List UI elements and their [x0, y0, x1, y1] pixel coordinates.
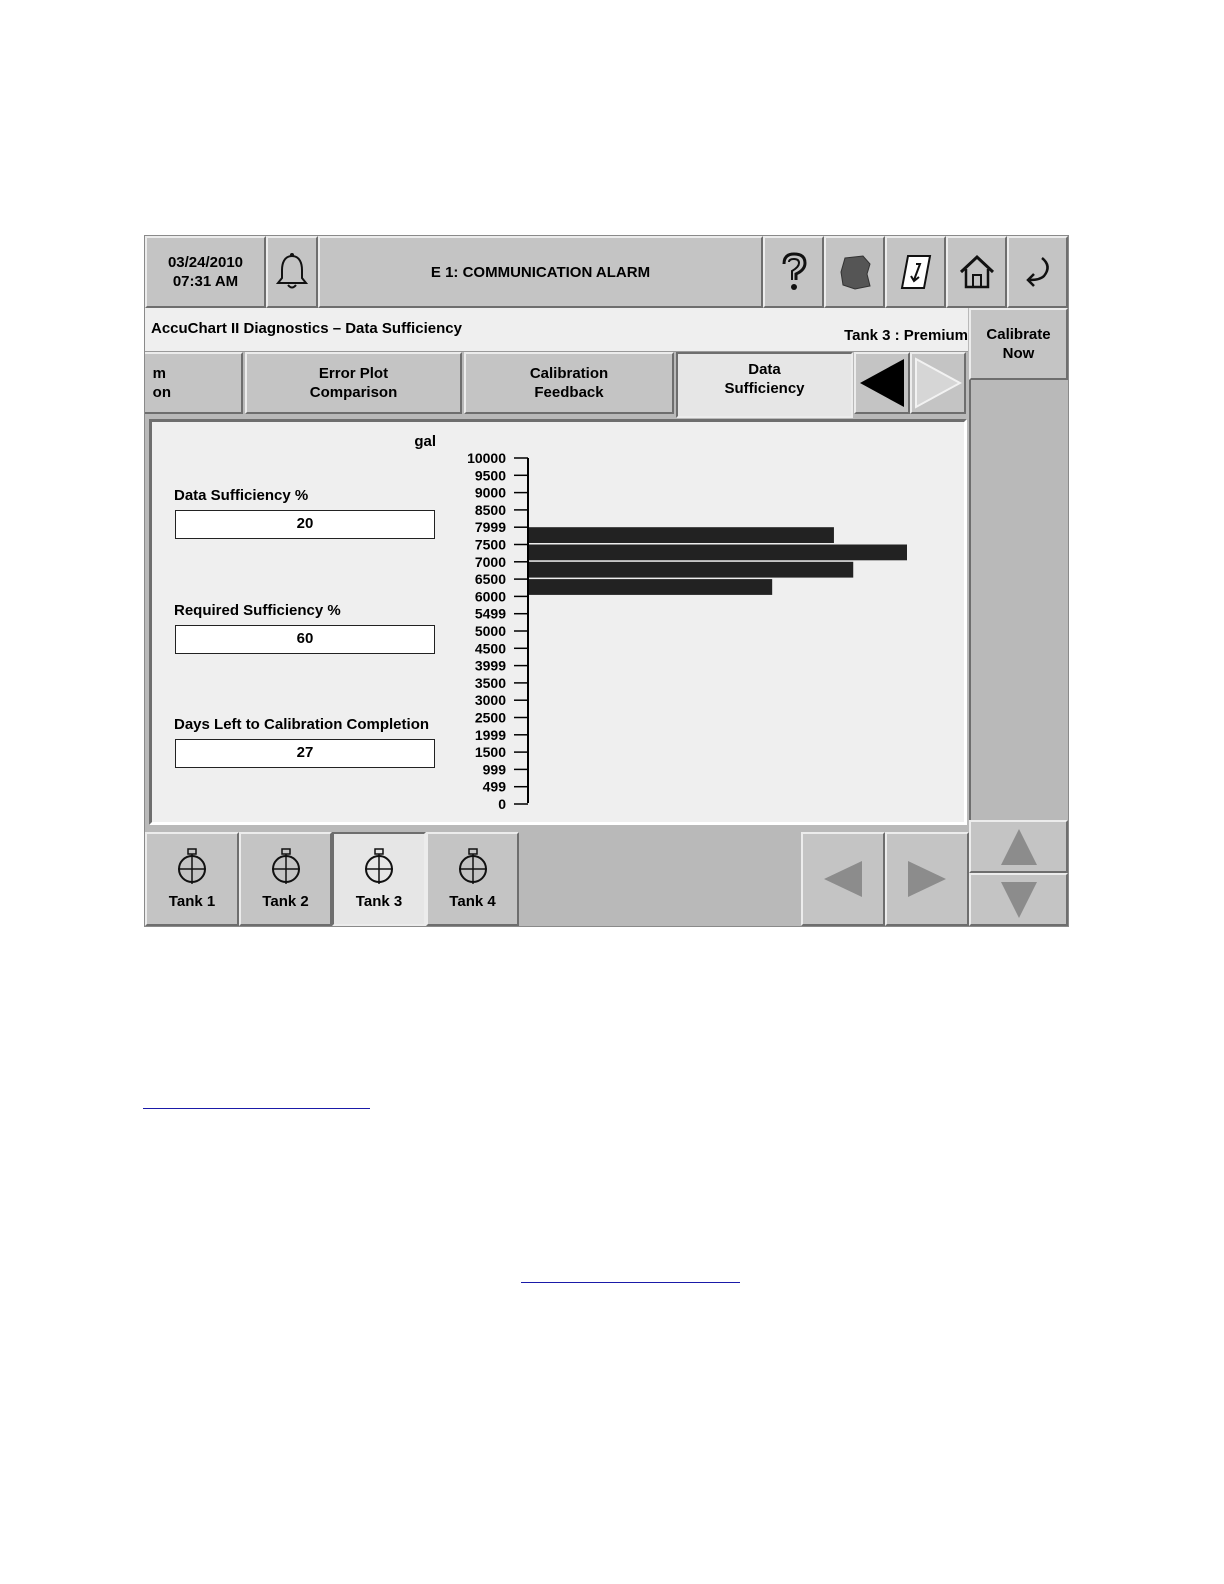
tank-3-button[interactable]: Tank 3 [332, 832, 426, 926]
screen-header: AccuChart II Diagnostics – Data Sufficie… [145, 308, 968, 352]
y-tick-label: 3500 [475, 675, 506, 691]
console-window: 03/24/2010 07:31 AM E 1: COMMUNICATION A… [144, 235, 1069, 927]
y-tick-label: 5499 [475, 606, 506, 622]
scroll-up-button[interactable] [969, 820, 1068, 873]
help-button[interactable] [763, 236, 824, 308]
arrow-right-icon [908, 861, 946, 897]
tank-label: Tank 4 [449, 892, 496, 910]
tab-label: Data Sufficiency [724, 361, 805, 397]
data-sufficiency-label: Data Sufficiency % [174, 487, 309, 504]
y-tick-label: 8500 [475, 502, 506, 518]
home-button[interactable] [946, 236, 1007, 308]
help-icon [782, 252, 807, 290]
time-text: 07:31 AM [172, 273, 239, 290]
y-tick-label: 499 [483, 779, 507, 795]
tab-calibration-feedback[interactable]: Calibration Feedback [464, 352, 674, 414]
back-button[interactable] [1007, 236, 1068, 308]
tank-1-button[interactable]: Tank 1 [145, 832, 239, 926]
y-tick-label: 1500 [475, 744, 506, 760]
right-column [969, 380, 1068, 820]
alarm-bell-button[interactable] [266, 236, 318, 308]
unit-label: gal [414, 433, 436, 450]
days-left-field: 27 [175, 739, 435, 768]
page-title: AccuChart II Diagnostics – Data Sufficie… [151, 320, 462, 337]
tank-label: Tank 2 [262, 892, 309, 910]
data-sufficiency-field: 20 [175, 510, 435, 539]
date-text: 03/24/2010 [167, 254, 244, 271]
tank-label: Tank 3 : Premium [844, 327, 968, 344]
tab-bar: m on Error Plot Comparison Calibration F… [145, 352, 968, 418]
y-tick-label: 0 [498, 796, 506, 812]
tab-label: Calibration Feedback [529, 365, 609, 401]
datetime-display: 03/24/2010 07:31 AM [145, 236, 266, 308]
tank-icon [365, 847, 393, 884]
calibrate-now-button[interactable]: Calibrate Now [969, 308, 1068, 380]
y-tick-label: 5000 [475, 623, 506, 639]
arrow-down-icon [1000, 881, 1037, 918]
page-right-button[interactable] [885, 832, 969, 926]
home-icon [959, 254, 994, 289]
required-sufficiency-field: 60 [175, 625, 435, 654]
tank-icon [271, 847, 300, 884]
y-tick-label: 3000 [475, 692, 506, 708]
report-button[interactable] [885, 236, 946, 308]
y-tick-label: 7999 [475, 519, 506, 535]
tank-4-button[interactable]: Tank 4 [426, 832, 519, 926]
tab-scroll-right-button[interactable] [910, 352, 966, 414]
page-left-button[interactable] [801, 832, 885, 926]
tank-2-button[interactable]: Tank 2 [239, 832, 332, 926]
tab-label: Error Plot Comparison [309, 365, 398, 401]
triangle-right-icon [915, 357, 962, 409]
y-tick-label: 9000 [475, 485, 506, 501]
back-icon [1025, 257, 1049, 287]
document-link-2[interactable] [521, 1282, 740, 1283]
arrow-left-icon [824, 861, 862, 897]
alarm-text: E 1: COMMUNICATION ALARM [430, 263, 651, 281]
histogram-bar [529, 544, 907, 561]
map-icon [839, 255, 871, 290]
y-tick-label: 10000 [467, 450, 506, 466]
y-tick-label: 7500 [475, 537, 506, 553]
tab-partial-label: m on [152, 365, 171, 401]
y-tick-label: 2500 [475, 710, 506, 726]
triangle-left-icon [860, 359, 904, 407]
tank-label: Tank 3 [355, 892, 403, 910]
arrow-up-icon [1000, 828, 1037, 865]
report-icon [900, 255, 931, 289]
days-left-label: Days Left to Calibration Completion [174, 716, 430, 733]
document-link-1[interactable] [143, 1108, 370, 1109]
bottom-bar: Tank 1 Tank 2 Tank 3 Tank 4 [145, 820, 1068, 926]
calibrate-now-label: Calibrate Now [986, 326, 1051, 362]
scroll-down-button[interactable] [969, 873, 1068, 926]
tank-label: Tank 1 [168, 892, 216, 910]
y-tick-label: 9500 [475, 467, 506, 483]
histogram-bar [529, 527, 834, 543]
data-sufficiency-panel: Data Sufficiency % 20 Required Sufficien… [149, 419, 967, 825]
y-tick-label: 3999 [475, 658, 506, 674]
tab-data-sufficiency[interactable]: Data Sufficiency [676, 352, 853, 418]
y-tick-label: 6500 [475, 571, 506, 587]
y-tick-label: 1999 [475, 727, 506, 743]
volume-histogram-chart: gal 100009500 900085007999 750070006500600… [414, 433, 907, 812]
bell-icon [275, 253, 309, 289]
tank-icon [458, 847, 487, 884]
y-tick-label: 6000 [475, 588, 506, 604]
tab-partial[interactable]: m on [145, 352, 243, 414]
alarm-message[interactable]: E 1: COMMUNICATION ALARM [318, 236, 763, 308]
y-tick-label: 7000 [475, 554, 506, 570]
y-tick-label: 4500 [475, 640, 506, 656]
histogram-bar [529, 579, 773, 595]
tab-scroll-left-button[interactable] [854, 352, 910, 414]
tank-icon [178, 847, 206, 884]
map-button[interactable] [824, 236, 885, 308]
y-tick-label: 999 [483, 761, 507, 777]
required-sufficiency-label: Required Sufficiency % [174, 602, 341, 619]
tab-error-plot-comparison[interactable]: Error Plot Comparison [245, 352, 462, 414]
histogram-bar [529, 561, 854, 578]
